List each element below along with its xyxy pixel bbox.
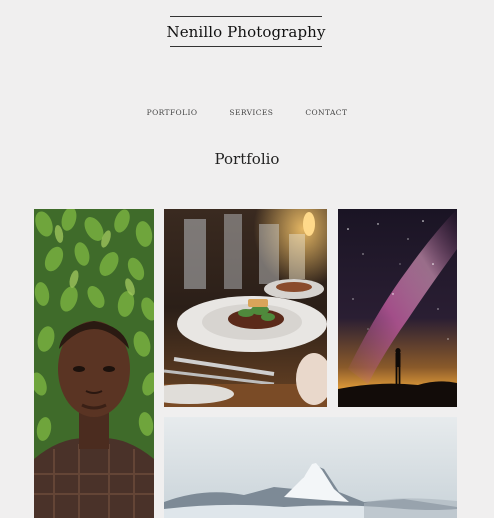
site-logo[interactable]: Nenillo Photography [166,16,325,47]
page-title: Portfolio [214,150,280,168]
nav-link-portfolio[interactable]: PORTFOLIO [147,108,198,117]
nav-link-contact[interactable]: CONTACT [305,108,347,117]
gallery-photo-night-sky[interactable] [338,209,457,407]
gallery-photo-food[interactable] [164,209,327,407]
gallery-photo-mountain[interactable] [164,417,457,518]
main-nav: PORTFOLIO SERVICES CONTACT [0,108,494,117]
nav-link-services[interactable]: SERVICES [229,108,273,117]
gallery-photo-portrait[interactable] [34,209,154,518]
